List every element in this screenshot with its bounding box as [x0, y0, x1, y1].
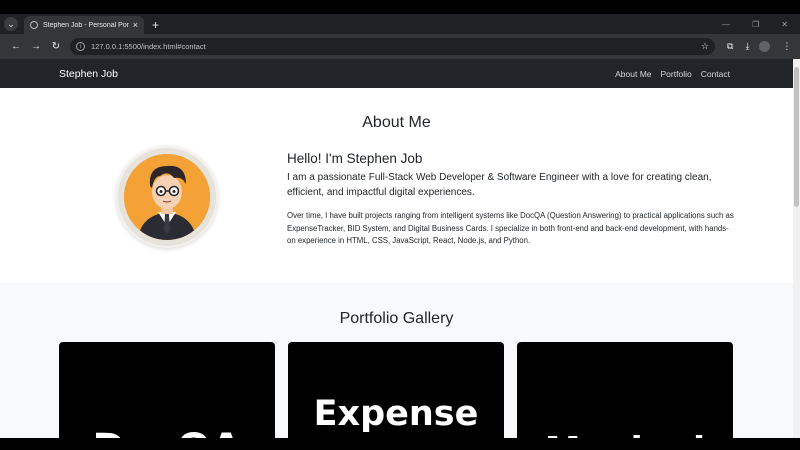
card-text: Expense [313, 394, 479, 434]
scrollbar-thumb[interactable] [794, 67, 799, 207]
tab-title: Stephen Job - Personal Portfolio [43, 21, 129, 29]
nav-link-contact[interactable]: Contact [701, 69, 730, 79]
address-bar[interactable]: i 127.0.0.1:5500/index.html#contact ☆ [70, 38, 715, 55]
screen-top-edge [0, 0, 800, 14]
menu-kebab-icon[interactable]: ⋮ [782, 41, 791, 52]
site-info-icon[interactable]: i [76, 42, 85, 51]
screen-bottom-edge [0, 438, 800, 450]
browser-toolbar: ← → ↻ i 127.0.0.1:5500/index.html#contac… [0, 34, 800, 59]
restore-icon[interactable]: ❐ [752, 20, 759, 29]
page-scrollbar[interactable] [793, 59, 800, 438]
forward-icon[interactable]: → [26, 41, 46, 52]
window-controls: — ❐ ✕ [722, 20, 800, 34]
about-text: Hello! I'm Stephen Job I am a passionate… [287, 151, 737, 248]
portfolio-card-docqa[interactable]: DocQA [59, 342, 275, 438]
minimize-icon[interactable]: — [722, 20, 730, 29]
nav-link-about[interactable]: About Me [615, 69, 651, 79]
nav-link-portfolio[interactable]: Portfolio [661, 69, 692, 79]
about-greeting: Hello! I'm Stephen Job [287, 151, 423, 166]
star-icon[interactable]: ☆ [701, 41, 709, 52]
card-text: DocQA [59, 426, 275, 438]
browser-tab-strip: ⌄ Stephen Job - Personal Portfolio × + —… [0, 14, 800, 34]
window-close-icon[interactable]: ✕ [781, 20, 788, 29]
nav-links: About Me Portfolio Contact [615, 69, 730, 79]
about-section: About Me Hello! I'm Stephen Job I am a p… [0, 88, 793, 283]
cartoon-man-icon [124, 154, 210, 240]
brand-link[interactable]: Stephen Job [59, 68, 118, 80]
card-text: Manipal [517, 430, 733, 438]
extensions-icon[interactable]: ⧉ [727, 41, 733, 52]
tab-search-icon[interactable]: ⌄ [4, 17, 18, 31]
portfolio-card-expense[interactable]: Expense [288, 342, 504, 438]
reload-icon[interactable]: ↻ [46, 41, 66, 52]
portfolio-title: Portfolio Gallery [339, 310, 454, 327]
profile-avatar-icon[interactable] [759, 41, 771, 52]
browser-tab[interactable]: Stephen Job - Personal Portfolio × [24, 16, 144, 34]
avatar-illustration [124, 154, 210, 240]
close-icon[interactable]: × [133, 20, 138, 30]
site-navbar: Stephen Job About Me Portfolio Contact [0, 59, 793, 88]
page-viewport: Stephen Job About Me Portfolio Contact A… [0, 59, 793, 438]
about-title: About Me [362, 114, 431, 131]
about-lead: I am a passionate Full-Stack Web Develop… [287, 172, 712, 198]
avatar [116, 146, 218, 248]
download-icon[interactable]: ⤓ [745, 41, 749, 52]
back-icon[interactable]: ← [6, 41, 26, 52]
portfolio-card-manipal[interactable]: Manipal [517, 342, 733, 438]
globe-icon [30, 21, 38, 29]
about-detail: Over time, I have built projects ranging… [287, 211, 734, 245]
url-text[interactable]: 127.0.0.1:5500/index.html#contact [91, 42, 701, 51]
new-tab-icon[interactable]: + [152, 18, 159, 32]
portfolio-section: Portfolio Gallery DocQA Expense Manipal [0, 283, 793, 438]
